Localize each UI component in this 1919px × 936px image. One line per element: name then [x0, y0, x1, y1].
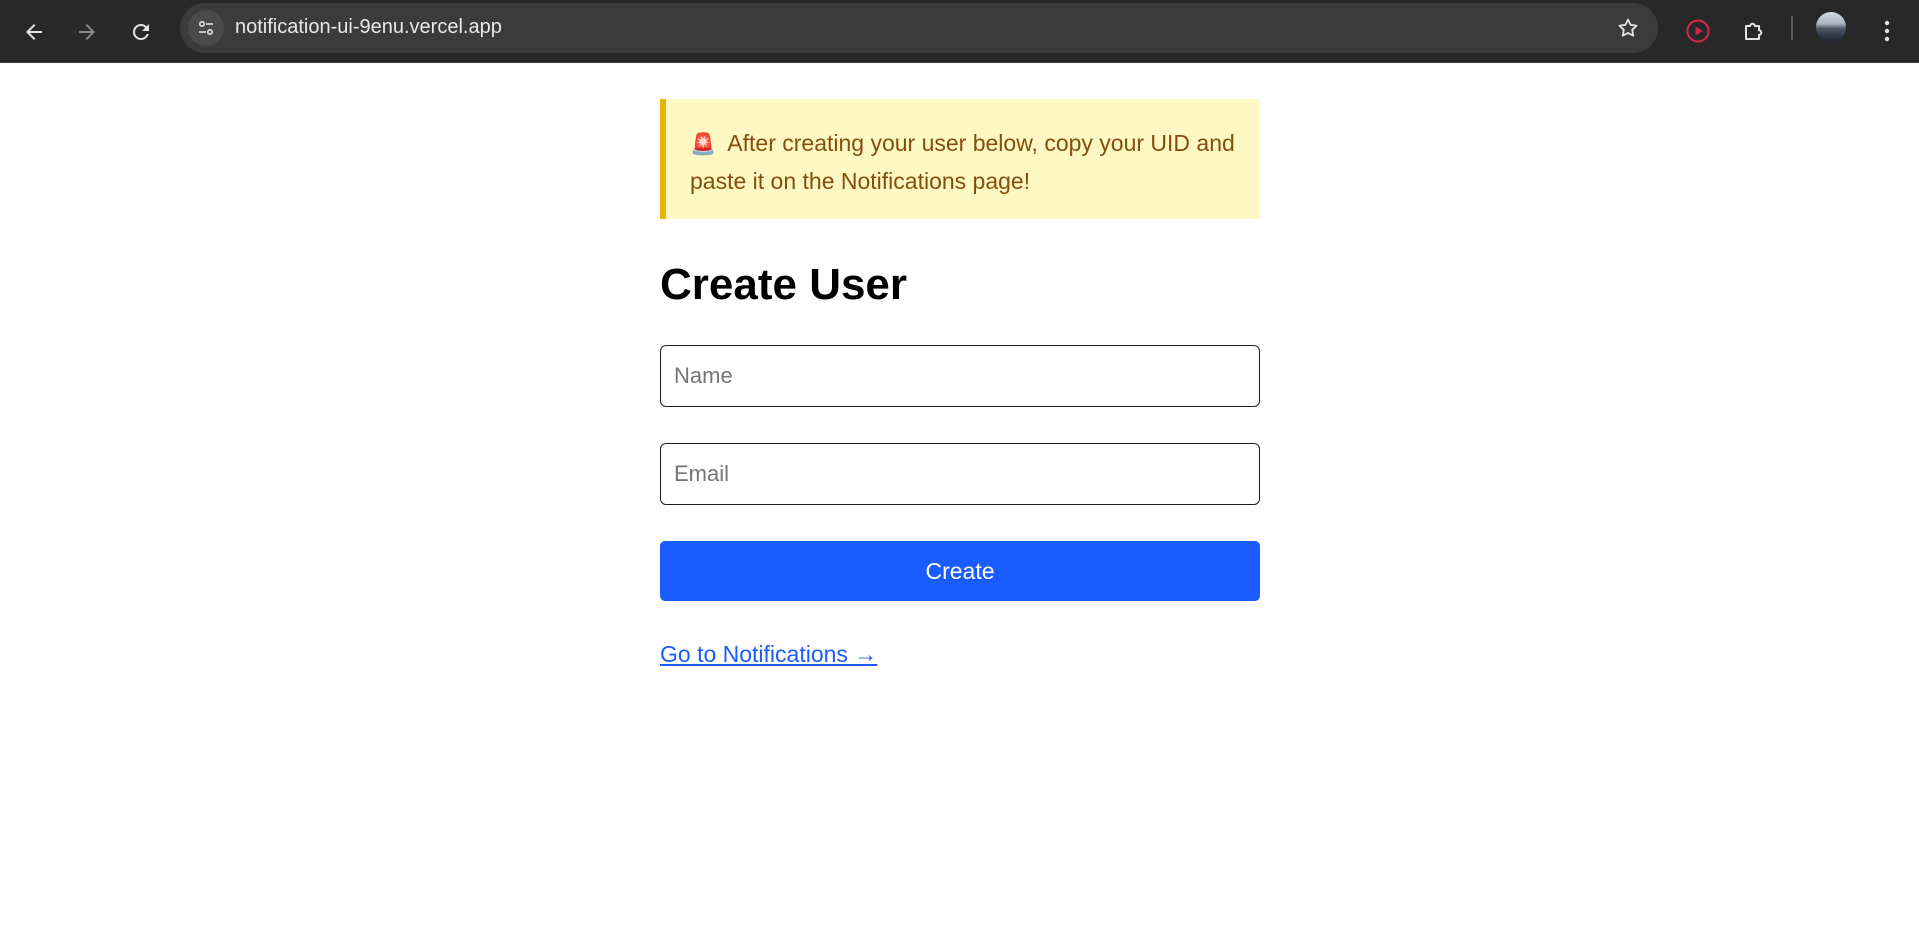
record-icon — [1686, 19, 1710, 43]
star-icon — [1618, 18, 1638, 37]
back-button[interactable] — [14, 12, 54, 52]
url-text[interactable]: notification-ui-9enu.vercel.app — [235, 16, 502, 39]
info-banner: 🚨 After creating your user below, copy y… — [660, 99, 1260, 219]
address-bar[interactable]: notification-ui-9enu.vercel.app — [180, 3, 1658, 53]
toolbar-divider — [1791, 16, 1793, 40]
forward-button[interactable] — [67, 12, 107, 52]
banner-text: After creating your user below, copy you… — [690, 130, 1235, 194]
page-content: 🚨 After creating your user below, copy y… — [660, 99, 1260, 668]
tune-icon — [198, 20, 214, 36]
site-info-button[interactable] — [188, 10, 224, 46]
name-input[interactable] — [660, 345, 1260, 407]
go-to-notifications-link[interactable]: Go to Notifications → — [660, 641, 877, 668]
browser-toolbar: notification-ui-9enu.vercel.app — [0, 0, 1919, 63]
siren-icon: 🚨 — [690, 133, 717, 156]
reload-button[interactable] — [121, 12, 161, 52]
reload-icon — [132, 23, 149, 40]
forward-arrow-icon — [79, 24, 95, 40]
create-button[interactable]: Create — [660, 541, 1260, 601]
extensions-button[interactable] — [1734, 11, 1774, 51]
profile-avatar[interactable] — [1816, 12, 1846, 42]
page-title: Create User — [660, 260, 908, 309]
email-input[interactable] — [660, 443, 1260, 505]
kebab-menu-icon — [1884, 20, 1890, 42]
back-arrow-icon — [26, 24, 42, 40]
puzzle-icon — [1745, 22, 1763, 40]
extension-record-button[interactable] — [1678, 11, 1718, 51]
browser-menu-button[interactable] — [1867, 11, 1907, 51]
bookmark-button[interactable] — [1610, 10, 1646, 46]
